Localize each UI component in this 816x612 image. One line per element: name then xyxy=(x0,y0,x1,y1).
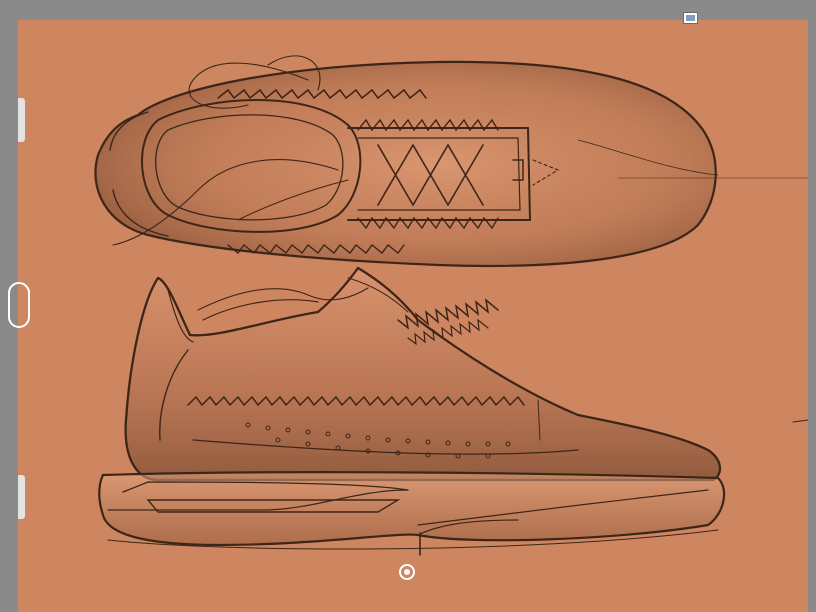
left-edge-handle-bottom[interactable] xyxy=(18,475,25,519)
drawing-canvas[interactable] xyxy=(18,20,808,612)
shoe-top-view xyxy=(94,55,808,268)
shoe-side-view xyxy=(98,266,808,556)
drag-handle-icon[interactable] xyxy=(8,282,30,328)
layer-thumbnail-icon[interactable] xyxy=(683,12,698,24)
rotate-icon[interactable] xyxy=(399,564,415,580)
shoe-sketch-artwork xyxy=(94,55,808,556)
left-edge-handle-top[interactable] xyxy=(18,98,25,142)
